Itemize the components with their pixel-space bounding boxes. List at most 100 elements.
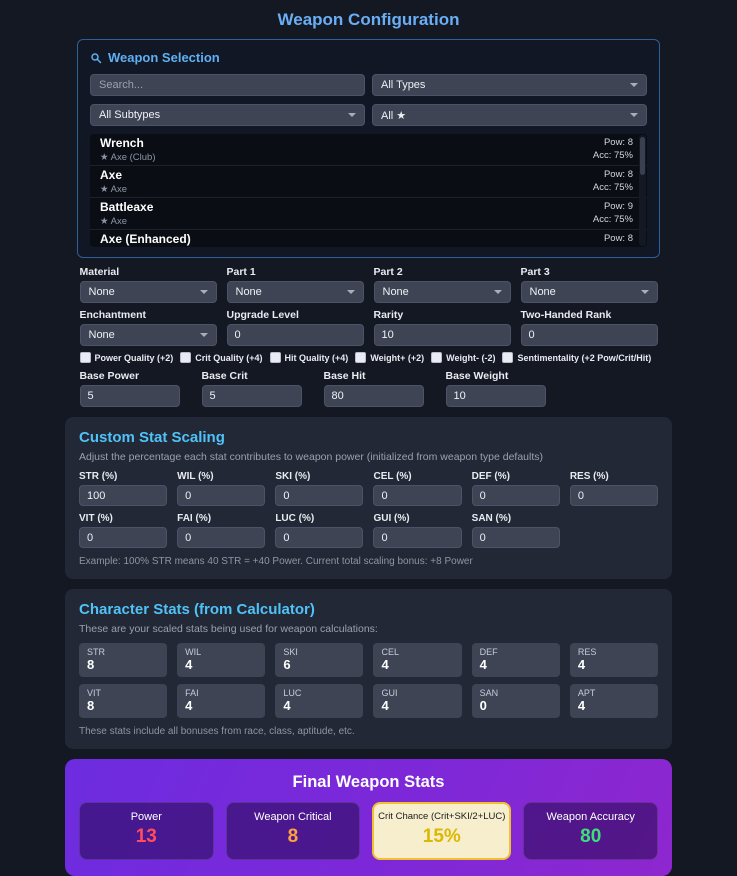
sentimentality-checkbox[interactable]: Sentimentality (+2 Pow/Crit/Hit)	[502, 352, 651, 363]
def-scaling-input[interactable]	[471, 485, 560, 506]
upgrade-level-input[interactable]	[226, 324, 364, 346]
fai-scaling-input[interactable]	[177, 527, 266, 548]
weight-plus-checkbox[interactable]: Weight+ (+2)	[355, 352, 424, 363]
part2-select-value: None	[382, 286, 409, 298]
material-select[interactable]: None	[79, 281, 217, 303]
vit-scaling-input[interactable]	[79, 527, 168, 548]
weapon-config-form: Material None Part 1 None Part 2 None Pa…	[79, 266, 658, 407]
part2-label: Part 2	[373, 266, 403, 278]
star-filter-value: All ★	[381, 109, 407, 122]
stat-box-str: STR 8	[79, 643, 168, 677]
chevron-down-icon	[348, 113, 356, 117]
weight-minus-checkbox-input[interactable]	[431, 352, 443, 363]
crit-chance-card-label: Crit Chance (Crit+SKI/2+LUC)	[378, 811, 506, 822]
rarity-label: Rarity	[373, 309, 404, 321]
stat-label: CEL	[381, 647, 399, 657]
base-crit-input[interactable]	[201, 385, 302, 407]
weapon-list-item[interactable]: Axe ★ Axe Pow: 8 Acc: 75%	[90, 166, 647, 198]
weapon-pow: Pow: 8	[603, 169, 633, 180]
weapon-list-item[interactable]: Axe (Enhanced) Pow: 8	[90, 230, 647, 247]
hit-quality-label: Hit Quality (+4)	[284, 352, 349, 363]
weight-minus-checkbox[interactable]: Weight- (-2)	[431, 352, 495, 363]
weapon-subtype: ★ Axe (Club)	[100, 152, 156, 163]
stat-value: 4	[283, 698, 291, 713]
san-scaling-input[interactable]	[471, 527, 560, 548]
chevron-down-icon	[630, 113, 638, 117]
weapon-acc: Acc: 75%	[592, 150, 633, 161]
weapon-list[interactable]: Wrench ★ Axe (Club) Pow: 8 Acc: 75% Axe …	[90, 134, 647, 247]
search-input[interactable]	[90, 74, 365, 96]
scrollbar-thumb[interactable]	[640, 137, 645, 175]
enchantment-field: Enchantment None	[79, 309, 217, 346]
upgrade-level-label: Upgrade Level	[226, 309, 299, 321]
weight-minus-label: Weight- (-2)	[446, 352, 496, 363]
weapon-info: Wrench ★ Axe (Club)	[100, 137, 156, 164]
stat-box-def: DEF 4	[471, 643, 560, 677]
weapon-info: Battleaxe ★ Axe	[100, 201, 153, 228]
weapon-list-item[interactable]: Battleaxe ★ Axe Pow: 9 Acc: 75%	[90, 198, 647, 230]
gui-scaling-field: GUI (%)	[373, 513, 462, 548]
str-scaling-input[interactable]	[79, 485, 168, 506]
stat-label: SKI	[283, 647, 298, 657]
gui-scaling-input[interactable]	[373, 527, 462, 548]
base-weight-input[interactable]	[445, 385, 546, 407]
hit-quality-checkbox-input[interactable]	[269, 352, 281, 363]
stat-scaling-grid: STR (%) WIL (%) SKI (%) CEL (%) DEF (%) …	[79, 471, 658, 548]
crit-quality-checkbox[interactable]: Crit Quality (+4)	[180, 352, 263, 363]
star-filter-select[interactable]: All ★	[372, 104, 647, 126]
crit-quality-label: Crit Quality (+4)	[195, 352, 263, 363]
part3-label: Part 3	[520, 266, 550, 278]
power-quality-label: Power Quality (+2)	[94, 352, 174, 363]
weight-plus-checkbox-input[interactable]	[355, 352, 367, 363]
chevron-down-icon	[346, 290, 355, 294]
sentimentality-checkbox-input[interactable]	[502, 352, 514, 363]
wil-scaling-field: WIL (%)	[177, 471, 266, 506]
chevron-down-icon	[199, 333, 208, 337]
part3-select-value: None	[529, 286, 556, 298]
subtype-filter-select[interactable]: All Subtypes	[90, 104, 365, 126]
material-label: Material	[79, 266, 120, 278]
weapon-list-scrollbar[interactable]	[639, 135, 646, 246]
weapon-selection-header: Weapon Selection	[90, 50, 647, 66]
power-card: Power 13	[79, 802, 214, 860]
type-filter-select[interactable]: All Types	[372, 74, 647, 96]
weapon-critical-card-label: Weapon Critical	[254, 811, 332, 823]
stat-box-ski: SKI 6	[275, 643, 364, 677]
wil-scaling-label: WIL (%)	[177, 471, 214, 482]
part3-select[interactable]: None	[520, 281, 658, 303]
weapon-selection-title: Weapon Selection	[108, 50, 220, 65]
crit-quality-checkbox-input[interactable]	[180, 352, 192, 363]
weapon-list-item[interactable]: Wrench ★ Axe (Club) Pow: 8 Acc: 75%	[90, 134, 647, 166]
crit-chance-card: Crit Chance (Crit+SKI/2+LUC) 15%	[372, 802, 512, 860]
luc-scaling-input[interactable]	[275, 527, 364, 548]
stat-value: 0	[479, 698, 487, 713]
stat-box-fai: FAI 4	[177, 684, 266, 718]
vit-scaling-label: VIT (%)	[79, 513, 113, 524]
base-hit-input[interactable]	[323, 385, 424, 407]
power-quality-checkbox[interactable]: Power Quality (+2)	[79, 352, 174, 363]
stat-value: 4	[577, 698, 586, 713]
sentimentality-label: Sentimentality (+2 Pow/Crit/Hit)	[517, 352, 652, 363]
part1-select[interactable]: None	[226, 281, 364, 303]
part2-select[interactable]: None	[373, 281, 511, 303]
res-scaling-input[interactable]	[569, 485, 658, 506]
wil-scaling-input[interactable]	[177, 485, 266, 506]
enchantment-select[interactable]: None	[79, 324, 217, 346]
two-handed-rank-field: Two-Handed Rank	[520, 309, 658, 346]
res-scaling-label: RES (%)	[569, 471, 609, 482]
stat-box-san: SAN 0	[471, 684, 560, 718]
ski-scaling-input[interactable]	[275, 485, 364, 506]
material-select-value: None	[88, 286, 115, 298]
rarity-input[interactable]	[373, 324, 511, 346]
fai-scaling-label: FAI (%)	[177, 513, 212, 524]
character-stats-grid: STR 8 WIL 4 SKI 6 CEL 4 DEF 4 RES 4 VIT …	[79, 643, 658, 718]
stat-box-gui: GUI 4	[373, 684, 462, 718]
two-handed-rank-input[interactable]	[520, 324, 658, 346]
character-stats-title: Character Stats (from Calculator)	[79, 601, 315, 618]
base-power-input[interactable]	[79, 385, 180, 407]
part3-field: Part 3 None	[520, 266, 658, 303]
power-quality-checkbox-input[interactable]	[79, 352, 91, 363]
hit-quality-checkbox[interactable]: Hit Quality (+4)	[269, 352, 349, 363]
cel-scaling-input[interactable]	[373, 485, 462, 506]
ski-scaling-field: SKI (%)	[275, 471, 364, 506]
